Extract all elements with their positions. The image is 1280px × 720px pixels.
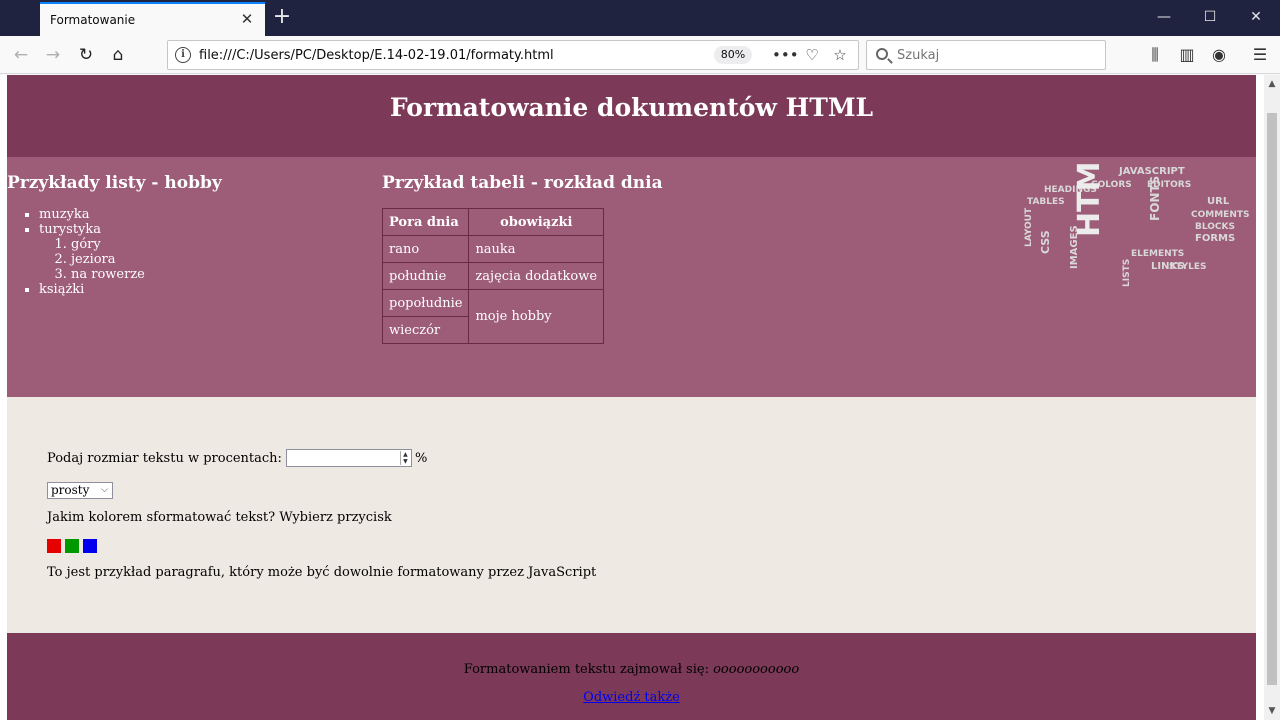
page-footer: Formatowaniem tekstu zajmował się: ooooo… [7, 633, 1256, 720]
text-size-input[interactable]: ▲ ▼ [285, 449, 412, 467]
close-tab-icon[interactable]: ✕ [237, 9, 257, 29]
html-tag-cloud-image: JAVASCRIPT HEADINGS COLORS EDITORS TABLE… [1024, 159, 1249, 287]
zoom-level-badge[interactable]: 80% [714, 46, 752, 64]
table-header-cell: Pora dnia [381, 208, 470, 236]
browser-tab[interactable]: Formatowanie ✕ [40, 2, 265, 36]
author-label: Formatowaniem tekstu zajmował się: [463, 662, 709, 677]
page-title: Formatowanie dokumentów HTML [389, 93, 874, 122]
schedule-table: Pora dnia obowiązki rano nauka południe … [381, 208, 605, 344]
list-item: książki [39, 282, 377, 297]
sublist-item: na rowerze [71, 267, 377, 282]
sidebar-icon[interactable]: ▥ [1172, 40, 1202, 70]
list-item-label: turystyka [39, 222, 102, 237]
number-spinner-icon[interactable]: ▲ ▼ [399, 451, 410, 465]
font-style-select[interactable]: prosty ⌵ [47, 482, 113, 499]
scroll-down-icon[interactable]: ▼ [1264, 702, 1280, 720]
tag-word: FONTS [1148, 176, 1162, 221]
address-bar[interactable]: i file:///C:/Users/PC/Desktop/E.14-02-19… [167, 40, 859, 70]
tag-word: FORMS [1195, 233, 1235, 244]
tag-word: IMAGES [1069, 225, 1080, 269]
visit-also-link[interactable]: Odwiedź także [583, 690, 680, 705]
table-header-cell: obowiązki [468, 208, 605, 236]
page-actions-icon[interactable]: ••• [772, 44, 799, 66]
table-header-row: Pora dnia obowiązki [381, 208, 605, 236]
new-tab-icon[interactable]: + [270, 6, 294, 30]
scrollbar-thumb[interactable] [1267, 113, 1277, 685]
site-info-icon[interactable]: i [175, 47, 191, 63]
demo-paragraph: To jest przykład paragrafu, który może b… [47, 565, 597, 580]
bookmark-star-icon[interactable]: ☆ [828, 44, 852, 66]
home-icon[interactable]: ⌂ [103, 40, 133, 70]
author-line: Formatowaniem tekstu zajmował się: ooooo… [7, 662, 1256, 677]
url-text[interactable]: file:///C:/Users/PC/Desktop/E.14-02-19.0… [199, 48, 554, 63]
schedule-column: Przykład tabeli - rozkład dnia Pora dnia… [381, 173, 782, 344]
tourism-sublist: góry jeziora na rowerze [71, 237, 377, 282]
chevron-down-icon: ⌵ [101, 485, 108, 495]
size-unit: % [414, 450, 428, 466]
search-icon [876, 48, 888, 60]
navigation-toolbar: ← → ↻ ⌂ i file:///C:/Users/PC/Desktop/E.… [0, 36, 1280, 74]
table-cell: wieczór [381, 316, 470, 344]
tag-word: CSS [1039, 230, 1052, 254]
table-row: rano nauka [381, 235, 605, 263]
list-item: muzyka [39, 207, 377, 222]
sublist-item: jeziora [71, 252, 377, 267]
form-section: Podaj rozmiar tekstu w procentach: ▲ ▼ % … [7, 397, 1256, 633]
tag-word: ELEMENTS [1131, 249, 1184, 259]
page-banner: Formatowanie dokumentów HTML [7, 75, 1256, 157]
size-row: Podaj rozmiar tekstu w procentach: ▲ ▼ % [47, 449, 427, 467]
tag-word: LAYOUT [1024, 207, 1034, 247]
tab-bar: Formatowanie ✕ + — ☐ ✕ [0, 0, 1280, 36]
tag-word: COMMENTS [1191, 210, 1249, 220]
table-cell: nauka [468, 235, 605, 263]
tag-word: JAVASCRIPT [1118, 166, 1185, 177]
tag-word: TABLES [1027, 197, 1065, 207]
table-row: popołudnie moje hobby [381, 289, 605, 344]
maximize-window-icon[interactable]: ☐ [1187, 0, 1233, 36]
size-label: Podaj rozmiar tekstu w procentach: [47, 450, 282, 466]
forward-arrow-icon[interactable]: → [38, 40, 68, 70]
tab-title: Formatowanie [50, 13, 136, 27]
green-color-button[interactable] [65, 539, 79, 553]
search-input[interactable] [897, 48, 1097, 63]
tag-word: HTML [1072, 159, 1107, 237]
table-heading: Przykład tabeli - rozkład dnia [382, 173, 663, 193]
hobby-column: Przykłady listy - hobby muzyka turystyka… [7, 173, 377, 297]
table-cell-merged: moje hobby [468, 289, 605, 344]
back-arrow-icon[interactable]: ← [6, 40, 36, 70]
color-prompt: Jakim kolorem sformatować tekst? Wybierz… [47, 510, 392, 525]
vertical-scrollbar[interactable]: ▲ ▼ [1264, 75, 1280, 720]
sublist-item: góry [71, 237, 377, 252]
library-icon[interactable]: ⫼ [1140, 40, 1170, 70]
tag-word: URL [1207, 196, 1230, 207]
font-style-selected: prosty [51, 483, 90, 497]
close-window-icon[interactable]: ✕ [1233, 0, 1279, 36]
table-cell: zajęcia dodatkowe [468, 262, 605, 290]
table-row: południe zajęcia dodatkowe [381, 262, 605, 290]
web-page: Formatowanie dokumentów HTML Przykłady l… [7, 75, 1256, 720]
list-item: turystyka góry jeziora na rowerze [39, 222, 377, 282]
scroll-up-icon[interactable]: ▲ [1264, 75, 1280, 93]
pocket-icon[interactable]: ♡ [800, 44, 824, 66]
list-heading: Przykłady listy - hobby [7, 173, 222, 193]
table-cell: południe [381, 262, 470, 290]
red-color-button[interactable] [47, 539, 61, 553]
content-section: Przykłady listy - hobby muzyka turystyka… [7, 157, 1256, 397]
minimize-window-icon[interactable]: — [1141, 0, 1187, 36]
account-icon[interactable]: ◉ [1204, 40, 1234, 70]
search-bar[interactable] [866, 40, 1106, 70]
blue-color-button[interactable] [83, 539, 97, 553]
tag-word: BLOCKS [1195, 222, 1235, 232]
table-cell: rano [381, 235, 470, 263]
author-name: ooooooooooo [713, 662, 800, 677]
hobby-list: muzyka turystyka góry jeziora na rowerze… [39, 207, 377, 297]
tag-word: STYLES [1169, 262, 1207, 272]
menu-icon[interactable]: ☰ [1245, 40, 1275, 70]
reload-icon[interactable]: ↻ [71, 40, 101, 70]
table-cell: popołudnie [381, 289, 470, 317]
tag-word: LISTS [1122, 259, 1132, 287]
page-viewport: Formatowanie dokumentów HTML Przykłady l… [0, 75, 1264, 720]
footer-link-row: Odwiedź także [7, 690, 1256, 705]
